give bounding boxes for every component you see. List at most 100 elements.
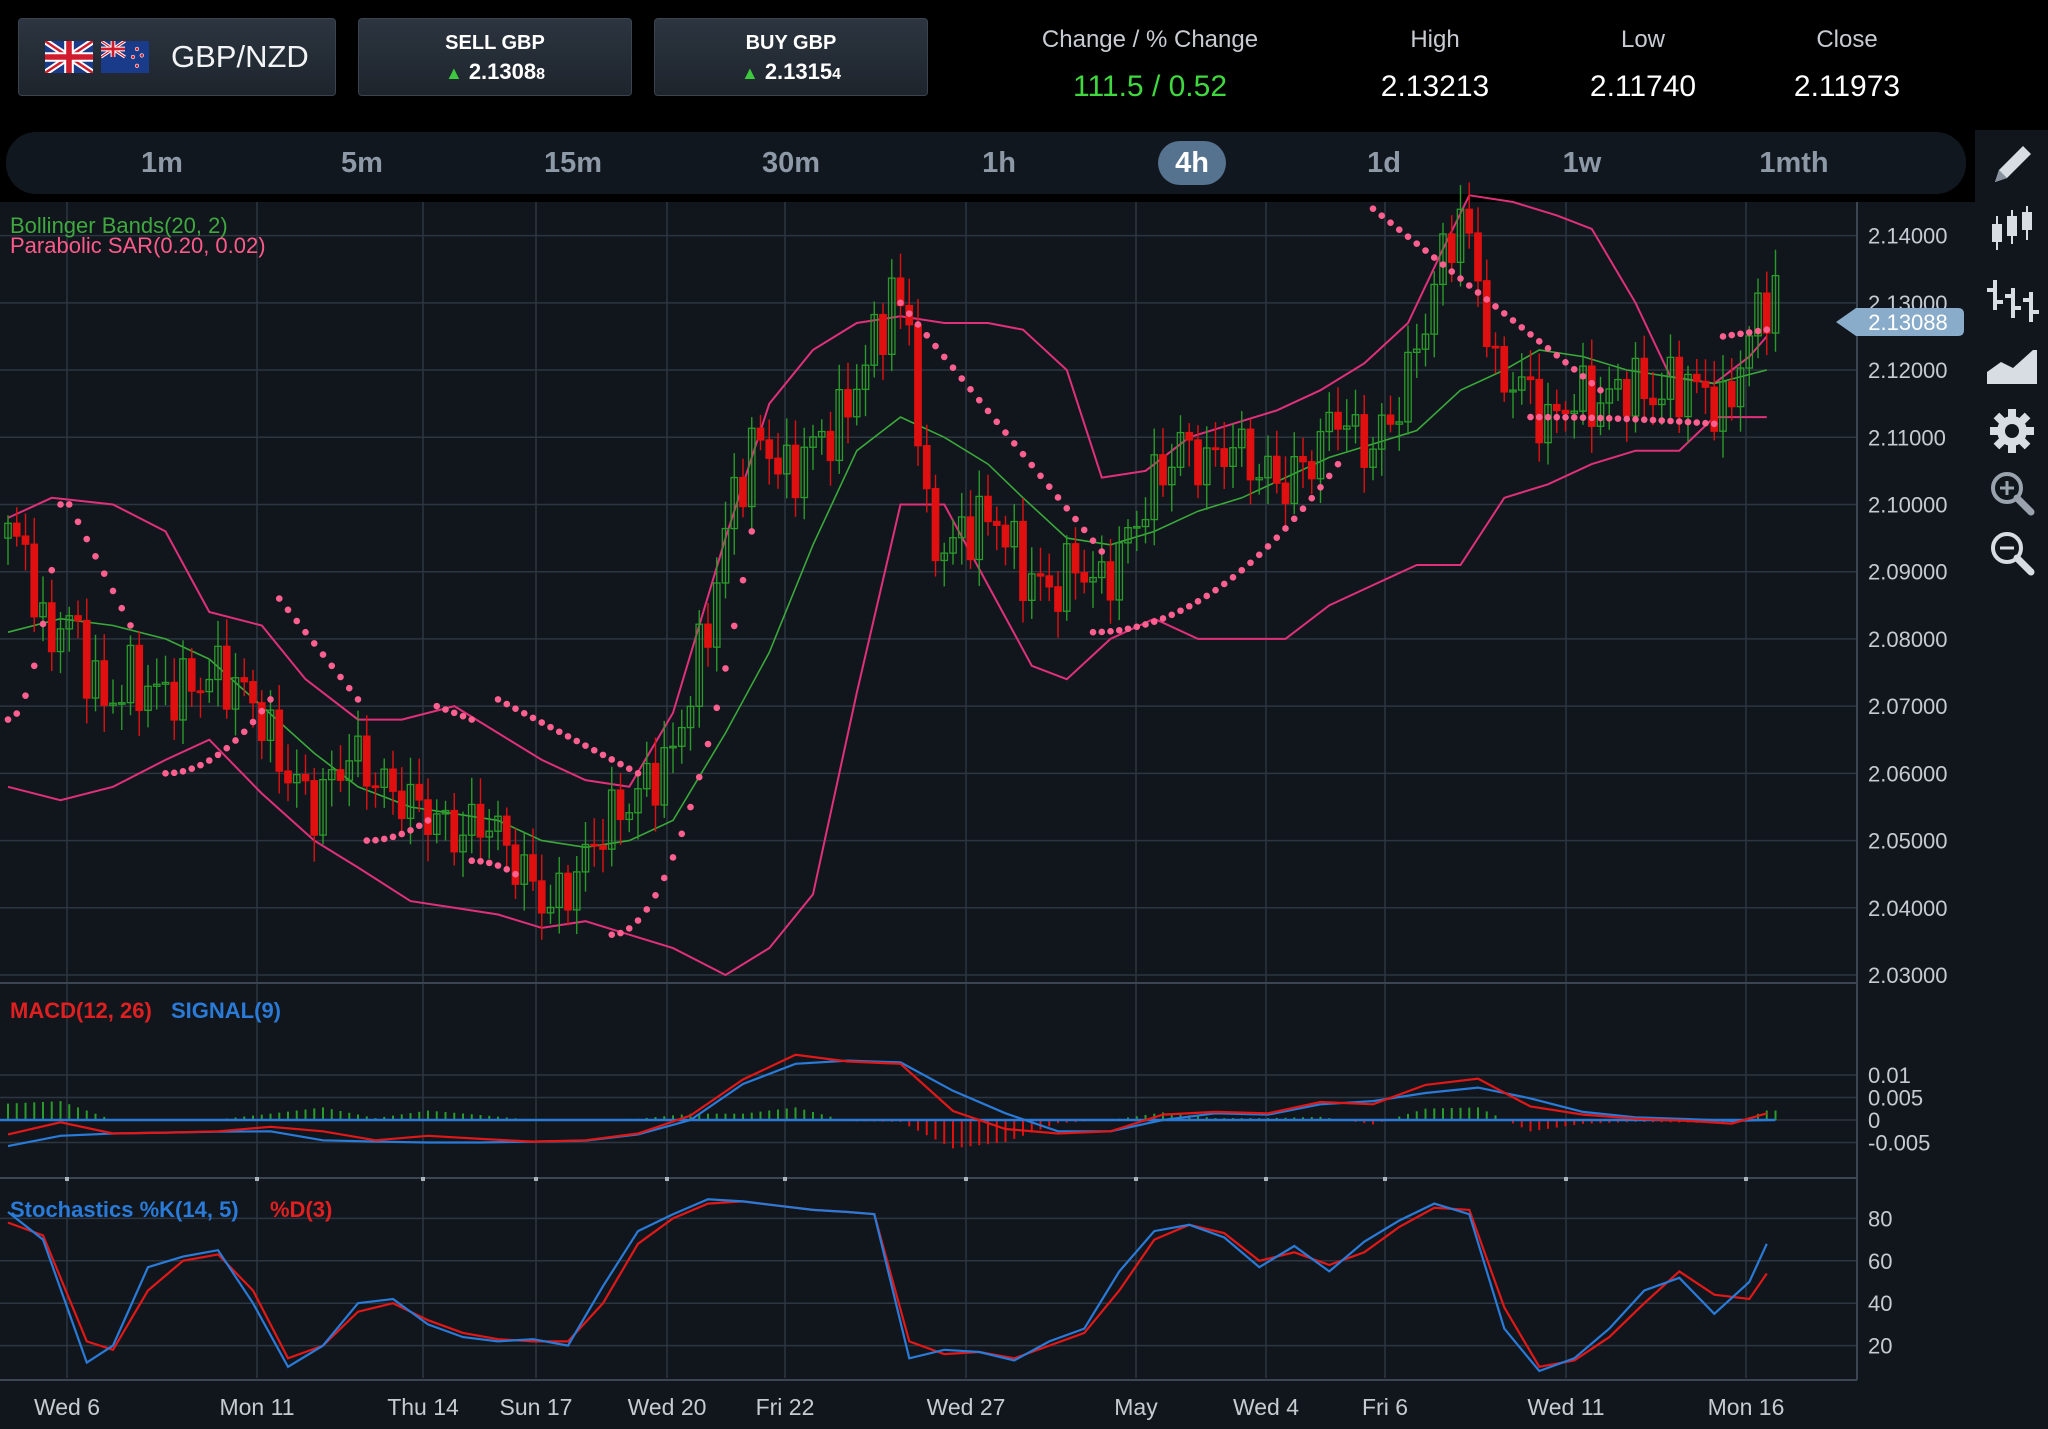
sar-dot [1273,534,1281,541]
sar-dot [713,704,721,712]
sar-dot [547,723,554,731]
date-tick [964,1177,968,1181]
candle-body [529,854,537,882]
candle-body [1447,233,1456,263]
sar-dot [914,321,922,328]
sar-dot [975,396,983,404]
candle-body [922,445,931,490]
candle-body [1561,409,1570,415]
sar-dot [1212,586,1219,594]
sar-dot [170,769,178,777]
sar-dot [258,707,266,715]
sar-dot [1290,515,1298,523]
sar-dot [1019,450,1027,458]
sar-dot [1588,379,1596,387]
candle-body [1019,520,1027,601]
sar-dot [92,553,99,560]
sar-dot [477,857,484,865]
sar-dot [1737,330,1744,338]
price-tick-label: 2.04000 [1868,896,1948,921]
sar-dot [310,640,318,647]
ohlc-bars-icon[interactable] [1983,270,2041,328]
sar-dot [267,696,274,703]
sar-dot [197,761,204,769]
candle-body [564,872,572,911]
candle-body [765,439,774,459]
sar-dot [1623,415,1631,423]
candle-body [240,677,249,683]
price-tick-label: 2.05000 [1868,829,1948,854]
candle-body [511,844,520,885]
date-label: Wed 6 [34,1394,100,1420]
price-tick-label: 2.06000 [1868,761,1948,786]
candle-body [1194,439,1202,486]
sar-dot [468,857,476,865]
zoom-in-icon[interactable] [1983,464,2041,522]
zoom-out-icon[interactable] [1983,524,2041,582]
sar-dot [625,765,633,773]
sar-dot [1133,623,1141,631]
candle-body [1360,414,1369,468]
sar-dot [967,386,974,393]
candle-body [476,803,485,838]
stoch-tick-label: 40 [1868,1291,1892,1316]
candle-body [984,495,992,523]
sar-dot [512,870,519,878]
candlestick-icon[interactable] [1983,202,2041,260]
sar-dot [100,570,108,577]
sar-dot [1509,317,1517,324]
sar-dot [1089,537,1097,545]
sar-dot [1553,352,1561,359]
sar-dot [1404,233,1412,240]
sar-dot [529,714,537,722]
sar-dot [1500,310,1508,317]
price-chart[interactable]: 2.140002.130002.120002.110002.100002.090… [0,0,1975,1429]
sar-dot [1124,625,1132,633]
date-label: Mon 11 [219,1394,294,1420]
sar-dot [494,862,502,869]
sar-dot [1002,429,1009,436]
price-tick-label: 2.11000 [1868,425,1946,450]
sar-dot [127,622,134,629]
candle-body [249,681,257,704]
candle-body [1080,572,1089,583]
sar-dot [555,728,563,736]
sar-dot [1063,504,1071,512]
sar-dot [249,718,257,726]
stoch-k-legend: Stochastics %K(14, 5) [10,1197,239,1222]
sar-dot [468,716,476,723]
sar-dot [1378,212,1386,220]
date-label: Wed 11 [1527,1394,1604,1420]
sar-dot [433,702,441,710]
candle-body [1465,208,1474,234]
candle-body [284,770,292,784]
sar-dot [1203,592,1211,600]
candle-body [590,843,599,847]
sar-dot [118,604,126,612]
candle-body [826,430,835,462]
gear-icon[interactable] [1983,402,2041,460]
pencil-icon[interactable] [1983,136,2041,194]
sar-dot [617,760,624,768]
sar-dot [109,587,117,595]
candle-body [1491,345,1500,349]
sar-dot [1684,418,1692,426]
candle-body [30,543,39,618]
candle-body [1727,381,1736,408]
sar-dot [1430,254,1438,261]
area-chart-icon[interactable] [1983,336,2041,394]
candle-body [1500,345,1509,393]
price-tick-label: 2.10000 [1868,492,1948,517]
sar-dot [1107,628,1114,635]
sar-dot [450,709,458,717]
sar-dot [4,716,12,723]
date-tick [65,1177,69,1181]
sar-dot [380,835,388,843]
sar-dot [1605,415,1613,422]
sar-dot [1098,548,1106,555]
sar-dot [932,342,939,350]
sar-dot [1185,602,1193,610]
candle-body [450,809,459,853]
candle-body [1071,543,1080,574]
sar-dot [389,833,397,841]
